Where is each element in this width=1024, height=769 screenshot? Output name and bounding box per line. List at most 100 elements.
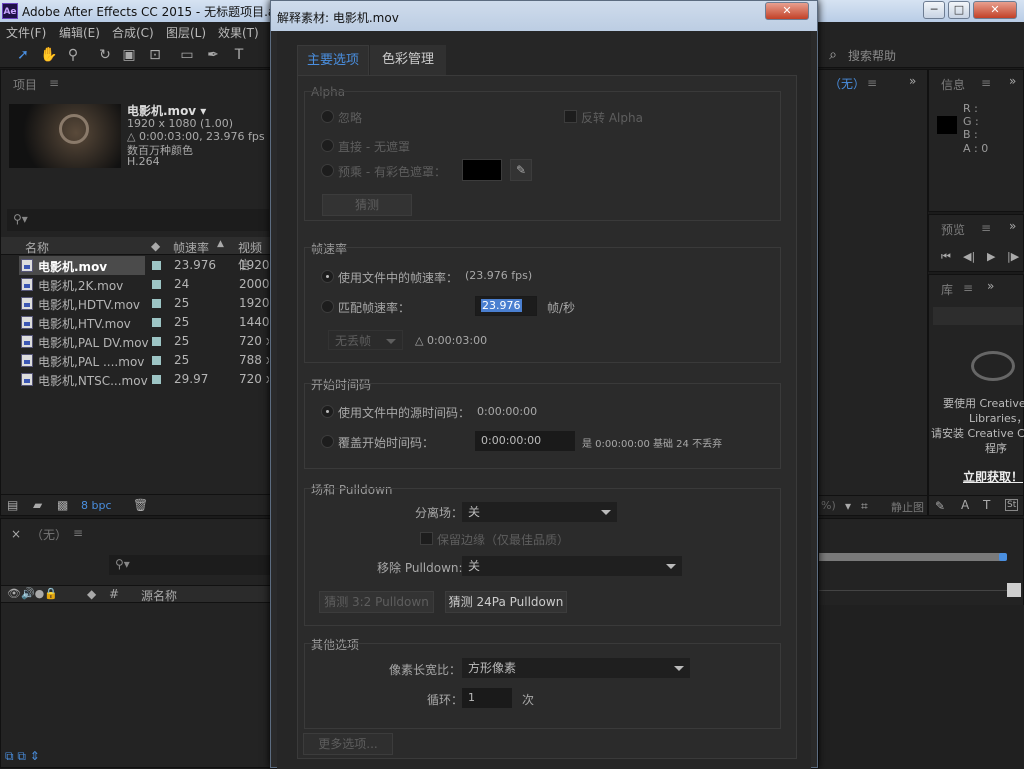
alpha-straight-radio[interactable]	[321, 139, 334, 152]
use-file-framerate-radio[interactable]	[321, 270, 334, 283]
expand-panels-icon[interactable]: »	[909, 74, 916, 88]
pixel-aspect-select[interactable]: 方形像素	[462, 658, 690, 678]
pan-behind-tool-icon[interactable]: ⊡	[146, 46, 164, 64]
previous-frame-icon[interactable]: ◀|	[963, 250, 975, 263]
loop-input[interactable]: 1	[462, 688, 512, 708]
search-help-input[interactable]: 搜索帮助	[848, 47, 896, 64]
current-time-indicator[interactable]	[999, 553, 1007, 561]
project-search-input[interactable]: ⚲▾	[7, 209, 269, 231]
hand-tool-icon[interactable]: ✋	[40, 46, 58, 64]
override-timecode-input[interactable]: 0:00:00:00	[475, 431, 575, 451]
get-creative-cloud-link[interactable]: 立即获取！	[963, 468, 1023, 485]
expand-panels-icon[interactable]: »	[987, 279, 994, 293]
list-item[interactable]: 电影机,HTV.mov 25 1440 x	[1, 313, 271, 332]
bit-depth-button[interactable]: 8 bpc	[81, 499, 112, 512]
eyedropper-icon[interactable]: ✎	[510, 159, 532, 181]
conform-framerate-input[interactable]: 23.976	[475, 296, 537, 316]
preserve-edges-label: 保留边缘（仅最佳品质）	[437, 533, 570, 547]
menu-layer[interactable]: 图层(L)	[166, 24, 206, 41]
library-selector[interactable]	[933, 307, 1023, 325]
interpret-footage-icon[interactable]: ▤	[7, 498, 18, 512]
menu-file[interactable]: 文件(F)	[6, 24, 46, 41]
zoom-level[interactable]: %)	[821, 499, 836, 512]
region-of-interest-icon[interactable]: ⌗	[861, 499, 868, 514]
list-item[interactable]: 电影机,HDTV.mov 25 1920 x	[1, 294, 271, 313]
rotate-tool-icon[interactable]: ↻	[96, 46, 114, 64]
list-item[interactable]: 电影机,2K.mov 24 2000 x	[1, 275, 271, 294]
selection-tool-icon[interactable]: ➚	[14, 46, 32, 64]
add-layer-style-icon[interactable]: St	[1005, 499, 1019, 511]
maximize-button[interactable]: □	[948, 1, 970, 19]
panel-menu-icon[interactable]: ≡	[867, 76, 877, 90]
remove-pulldown-select[interactable]: 关	[462, 556, 682, 576]
panel-menu-icon[interactable]: ≡	[981, 221, 991, 235]
alpha-guess-button[interactable]: 猜测	[322, 194, 412, 216]
panel-menu-icon[interactable]: ≡	[981, 76, 991, 90]
add-text-icon[interactable]: T	[983, 498, 990, 512]
zoom-tool-icon[interactable]: ⚲	[64, 46, 82, 64]
alpha-ignore-radio[interactable]	[321, 110, 334, 123]
conform-framerate-radio[interactable]	[321, 300, 334, 313]
separate-fields-select[interactable]: 关	[462, 502, 617, 522]
override-timecode-radio[interactable]	[321, 435, 334, 448]
matte-color-swatch[interactable]	[462, 159, 502, 181]
column-source-name[interactable]: 源名称	[141, 587, 177, 604]
dropframe-select[interactable]: 无丢帧	[328, 330, 403, 350]
menu-edit[interactable]: 编辑(E)	[59, 24, 100, 41]
camera-tool-icon[interactable]: ▣	[120, 46, 138, 64]
timeline-tab[interactable]: （无）	[31, 526, 67, 543]
invert-alpha-checkbox[interactable]	[564, 110, 577, 123]
new-composition-icon[interactable]: ▩	[57, 498, 68, 512]
tab-color-management[interactable]: 色彩管理	[370, 45, 446, 75]
close-window-button[interactable]: ✕	[973, 1, 1017, 19]
menu-effect[interactable]: 效果(T)	[218, 24, 259, 41]
timeline-search-input[interactable]: ⚲▾	[109, 555, 271, 575]
add-graphic-icon[interactable]: ✎	[935, 499, 945, 513]
guess-32-pulldown-button[interactable]: 猜测 3:2 Pulldown	[319, 591, 434, 613]
preserve-edges-checkbox[interactable]	[420, 532, 433, 545]
expand-panels-icon[interactable]: »	[1009, 74, 1016, 88]
composition-tab[interactable]: （无）	[829, 75, 865, 92]
column-name[interactable]: 名称	[25, 239, 49, 256]
snapshot-label[interactable]: 静止图	[891, 499, 924, 515]
panel-menu-icon[interactable]: ≡	[49, 76, 59, 90]
panel-menu-icon[interactable]: ≡	[963, 281, 973, 295]
dropdown-arrow-icon[interactable]: ▾	[845, 499, 851, 513]
label-column-icon[interactable]: ◆	[151, 239, 160, 253]
label-column-icon[interactable]: ◆	[87, 587, 96, 601]
new-folder-icon[interactable]: ▰	[33, 498, 42, 512]
next-frame-icon[interactable]: |▶	[1007, 250, 1019, 263]
separate-fields-label: 分离场：	[415, 506, 464, 520]
rectangle-tool-icon[interactable]: ▭	[178, 46, 196, 64]
timeline-track-area[interactable]	[819, 605, 1024, 769]
trash-icon[interactable]: 🗑	[133, 498, 148, 512]
panel-menu-icon[interactable]: ≡	[73, 526, 83, 540]
list-item[interactable]: 电影机,NTSC...mov 29.97 720 x	[1, 370, 271, 389]
more-options-button[interactable]: 更多选项...	[303, 733, 393, 755]
preview-title: 预览	[941, 223, 966, 237]
work-area-bar[interactable]	[819, 553, 1003, 561]
use-file-timecode-radio[interactable]	[321, 405, 334, 418]
list-item[interactable]: 电影机,PAL DV.mov 25 720 x	[1, 332, 271, 351]
column-framerate[interactable]: 帧速率	[173, 239, 209, 256]
expand-panels-icon[interactable]: »	[1009, 219, 1016, 233]
alpha-premultiplied-radio[interactable]	[321, 164, 334, 177]
play-icon[interactable]: ▶	[987, 250, 995, 263]
guess-24pa-pulldown-button[interactable]: 猜测 24Pa Pulldown	[445, 591, 567, 613]
tab-main-options[interactable]: 主要选项	[297, 45, 369, 75]
close-tab-icon[interactable]: ×	[11, 527, 21, 541]
list-item[interactable]: 电影机,PAL ....mov 25 788 x	[1, 351, 271, 370]
menu-composition[interactable]: 合成(C)	[112, 24, 154, 41]
footage-thumbnail	[9, 104, 121, 168]
first-frame-icon[interactable]: ⏮	[941, 250, 951, 264]
minimize-button[interactable]: ─	[923, 1, 945, 19]
list-item[interactable]: 电影机.mov23.9761920 x	[1, 256, 271, 275]
av-switches-icon[interactable]: 👁🔊●🔒	[7, 587, 58, 600]
interpret-footage-dialog: 解释素材: 电影机.mov ✕ 主要选项 色彩管理 Alpha 忽略 反转 Al…	[270, 0, 818, 769]
dialog-close-button[interactable]: ✕	[765, 2, 809, 20]
type-tool-icon[interactable]: T	[230, 46, 248, 64]
add-text-style-icon[interactable]: A	[961, 498, 969, 512]
scroll-button[interactable]	[1007, 583, 1021, 597]
pen-tool-icon[interactable]: ✒	[204, 46, 222, 64]
timeline-footer-icons[interactable]: ⧉ ⧉ ⇕	[5, 749, 40, 764]
